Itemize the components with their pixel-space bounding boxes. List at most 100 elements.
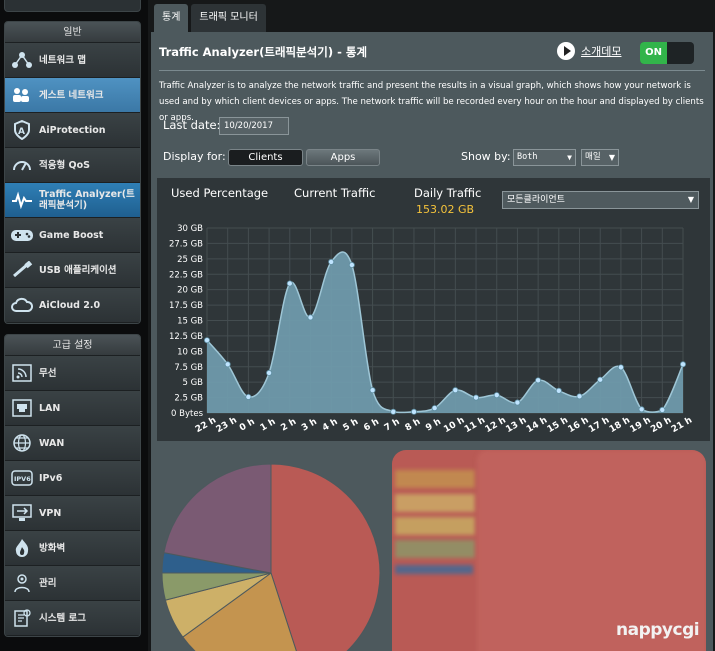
- y-tick-label: 15 GB: [177, 317, 203, 327]
- sidebar-item-general-0[interactable]: 네트워크 맵: [5, 43, 140, 78]
- sidebar-item-general-6[interactable]: USB 애플리케이션: [5, 253, 140, 288]
- data-point-12h: [493, 392, 500, 399]
- sidebar-item-advanced-7[interactable]: 시스템 로그: [5, 601, 140, 636]
- sidebar-item-general-3[interactable]: 적응형 QoS: [5, 148, 140, 183]
- legend-item-blurred[interactable]: [395, 470, 475, 488]
- data-point-5h: [348, 262, 355, 269]
- period-value: 매일: [585, 152, 601, 162]
- sidebar-item-general-4[interactable]: Traffic Analyzer(트래픽분석기): [5, 183, 140, 218]
- x-tick-label: 20 h: [649, 415, 673, 435]
- client-filter-value: 모든클라이언트: [507, 195, 565, 205]
- y-tick-label: 12.5 GB: [169, 332, 203, 342]
- y-tick-label: 27.5 GB: [169, 239, 203, 249]
- data-point-10h: [452, 387, 459, 394]
- data-point-3h: [307, 314, 314, 321]
- sidebar-item-general-5[interactable]: Game Boost: [5, 218, 140, 253]
- display-clients-button[interactable]: Clients: [228, 149, 303, 166]
- tab-bar: 통계 트래픽 모니터: [154, 4, 269, 32]
- x-tick-label: 12 h: [484, 415, 508, 435]
- last-date-label: Last date:: [163, 118, 221, 132]
- x-tick-label: 9 h: [424, 417, 443, 434]
- wan-globe-icon: [9, 431, 35, 455]
- play-icon[interactable]: [557, 42, 575, 60]
- sidebar-item-advanced-6[interactable]: 관리: [5, 566, 140, 601]
- y-tick-label: 22.5 GB: [169, 270, 203, 280]
- x-tick-label: 7 h: [383, 417, 402, 434]
- y-tick-label: 0 Bytes: [171, 409, 204, 419]
- y-tick-label: 25 GB: [177, 255, 203, 265]
- sidebar-item-label: 방화벽: [39, 542, 66, 554]
- sidebar-item-label: AiProtection: [39, 124, 106, 136]
- sidebar-item-general-7[interactable]: AiCloud 2.0: [5, 288, 140, 323]
- show-by-label: Show by:: [461, 150, 511, 163]
- sidebar-item-advanced-3[interactable]: IPV6 IPv6: [5, 461, 140, 496]
- sidebar-item-label: LAN: [39, 402, 61, 414]
- sidebar-item-advanced-2[interactable]: WAN: [5, 426, 140, 461]
- x-tick-label: 19 h: [629, 415, 653, 435]
- x-tick-label: 4 h: [321, 417, 340, 434]
- last-date-input[interactable]: [219, 117, 289, 135]
- sidebar-advanced-group: 고급 설정 무선 LAN WAN IPV6 IPv6 VPN 방화벽 관리 시스템 로그: [4, 334, 141, 637]
- wireless-icon: [9, 361, 35, 385]
- legend-item-blurred[interactable]: [395, 565, 473, 574]
- sidebar-item-label: 게스트 네트워크: [39, 89, 104, 101]
- used-percentage-label: Used Percentage: [171, 186, 269, 200]
- traffic-analyzer-icon: [9, 188, 35, 212]
- sidebar-item-advanced-5[interactable]: 방화벽: [5, 531, 140, 566]
- sidebar-item-label: WAN: [39, 437, 65, 449]
- demo-link[interactable]: 소개데모: [557, 42, 621, 60]
- watermark: nappycgi: [616, 620, 700, 640]
- firewall-icon: [9, 536, 35, 560]
- data-point-16h: [576, 393, 583, 400]
- display-apps-button[interactable]: Apps: [306, 149, 380, 166]
- router-admin-page: 일반 네트워크 맵 게스트 네트워크 A AiProtection 적응형 QoS Tra…: [0, 0, 715, 651]
- period-select[interactable]: 매일 ▼: [581, 149, 619, 166]
- tab-traffic-monitor[interactable]: 트래픽 모니터: [191, 4, 266, 32]
- data-point-4h: [328, 258, 335, 265]
- sidebar-item-general-2[interactable]: A AiProtection: [5, 113, 140, 148]
- data-point-1h: [266, 369, 273, 376]
- daily-traffic-label: Daily Traffic: [414, 186, 482, 200]
- legend-item-blurred[interactable]: [395, 494, 475, 512]
- x-tick-label: 13 h: [504, 415, 528, 435]
- title-divider: [159, 70, 705, 71]
- show-by-select[interactable]: Both ▼: [513, 149, 576, 166]
- x-tick-label: 11 h: [463, 415, 487, 435]
- data-point-15h: [555, 387, 562, 394]
- show-by-value: Both: [517, 152, 538, 162]
- sidebar-item-label: 무선: [39, 367, 57, 379]
- data-point-22h: [204, 337, 211, 344]
- toggle-on-label: ON: [640, 42, 667, 64]
- legend-item-blurred[interactable]: [395, 517, 475, 535]
- cloud-icon: [9, 293, 35, 317]
- qos-gauge-icon: [9, 153, 35, 177]
- traffic-area-chart: 0 Bytes 2.5 GB 5 GB 7.5 GB 10 GB 12.5 GB 15 GB…: [169, 224, 694, 435]
- sidebar-item-general-1[interactable]: 게스트 네트워크: [5, 78, 140, 113]
- traffic-analyzer-toggle[interactable]: ON: [640, 42, 694, 64]
- sidebar-item-label: USB 애플리케이션: [39, 264, 117, 276]
- x-tick-label: 1 h: [259, 417, 278, 434]
- sidebar-general-header: 일반: [5, 22, 140, 43]
- sidebar-item-advanced-1[interactable]: LAN: [5, 391, 140, 426]
- aiprotection-icon: A: [9, 118, 35, 142]
- vpn-icon: [9, 501, 35, 525]
- tab-statistics[interactable]: 통계: [154, 4, 189, 32]
- daily-traffic-value: 153.02 GB: [416, 203, 475, 216]
- x-tick-label: 21 h: [670, 415, 694, 435]
- client-filter-select[interactable]: 모든클라이언트 ▼: [502, 191, 699, 209]
- traffic-analyzer-panel: Traffic Analyzer(트래픽분석기) - 통계 소개데모 ON Tr…: [151, 32, 713, 651]
- sidebar: 일반 네트워크 맵게스트 네트워크 A AiProtection 적응형 QoS Tra…: [0, 0, 148, 651]
- x-tick-label: 6 h: [362, 417, 381, 434]
- sidebar-item-advanced-0[interactable]: 무선: [5, 356, 140, 391]
- sidebar-item-advanced-4[interactable]: VPN: [5, 496, 140, 531]
- x-tick-label: 16 h: [566, 415, 590, 435]
- demo-label[interactable]: 소개데모: [581, 43, 621, 59]
- x-tick-label: 23 h: [215, 415, 239, 435]
- y-tick-label: 5 GB: [182, 378, 203, 388]
- x-tick-label: 3 h: [300, 417, 319, 434]
- sidebar-item-label: IPv6: [39, 472, 63, 484]
- y-tick-label: 17.5 GB: [169, 301, 203, 311]
- gamepad-icon: [9, 223, 35, 247]
- legend-item-blurred[interactable]: [395, 540, 475, 558]
- y-tick-label: 7.5 GB: [174, 363, 203, 373]
